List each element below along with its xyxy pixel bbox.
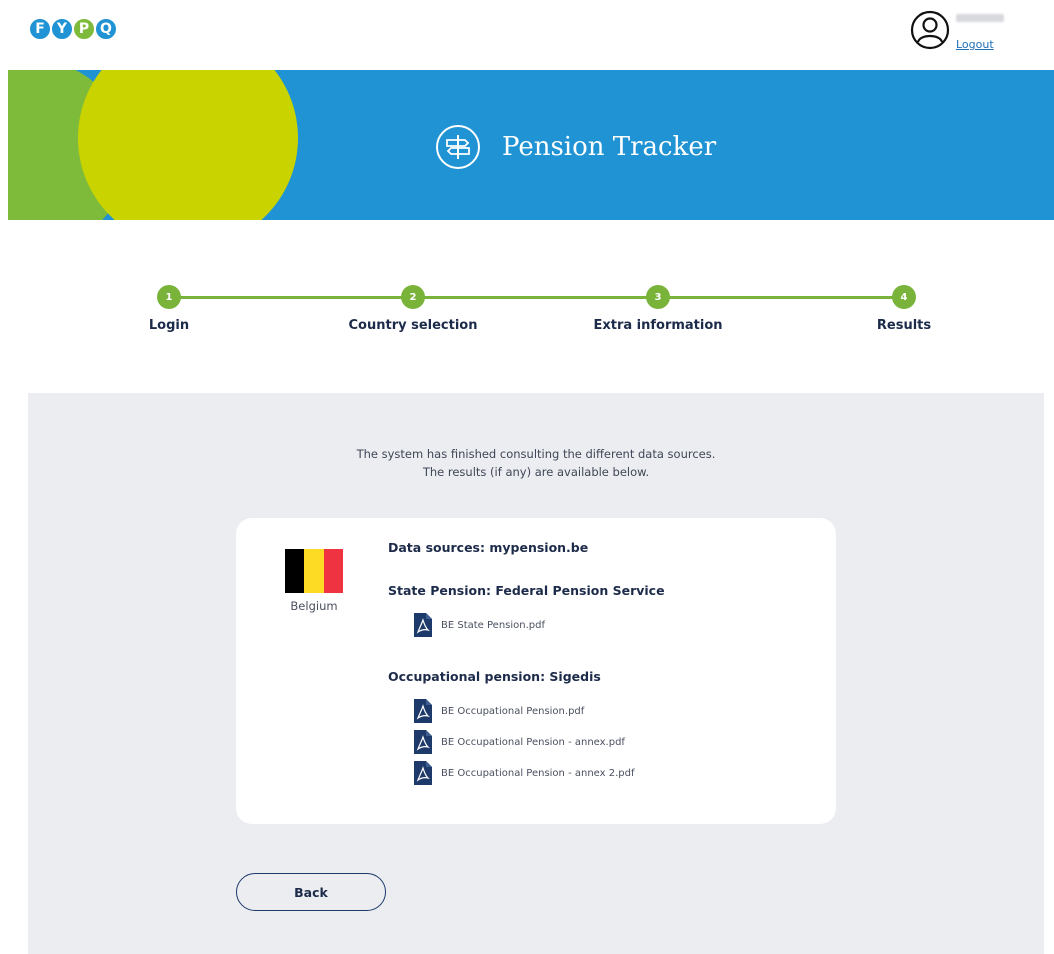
country-name: Belgium [290, 599, 338, 613]
logo-letter-q: Q [94, 17, 118, 41]
pdf-file-icon [414, 613, 432, 637]
back-button[interactable]: Back [236, 873, 386, 911]
logo-letter-y: Y [50, 17, 74, 41]
user-circle-icon[interactable] [910, 10, 950, 50]
step-3-dot: 3 [646, 285, 670, 309]
step-3-label: Extra information [593, 318, 723, 333]
fypq-logo[interactable]: F Y P Q [28, 13, 118, 45]
file-name: BE Occupational Pension.pdf [441, 705, 585, 717]
step-4-label: Results [876, 318, 932, 333]
file-link-occupational-annex-2[interactable]: BE Occupational Pension - annex 2.pdf [414, 761, 635, 785]
intro-line-1: The system has finished consulting the d… [356, 447, 716, 461]
file-name: BE Occupational Pension - annex 2.pdf [441, 767, 635, 779]
state-pension-heading: State Pension: Federal Pension Service [388, 583, 665, 598]
results-intro: The system has finished consulting the d… [28, 445, 1044, 481]
banner-heading: Pension Tracker [434, 123, 716, 171]
decorative-circle-lime [78, 70, 298, 220]
intro-line-2: The results (if any) are available below… [422, 465, 650, 479]
results-card: Belgium Data sources: mypension.be State… [236, 518, 836, 824]
signpost-icon [436, 125, 480, 169]
progress-stepper: 1 Login 2 Country selection 3 Extra info… [0, 280, 1054, 340]
hero-banner: Pension Tracker [8, 70, 1054, 220]
pdf-file-icon [414, 730, 432, 754]
occupational-pension-heading: Occupational pension: Sigedis [388, 669, 601, 684]
file-name: BE Occupational Pension - annex.pdf [441, 736, 625, 748]
logo-letter-p: P [72, 17, 96, 41]
file-name: BE State Pension.pdf [441, 619, 546, 631]
data-sources-heading: Data sources: mypension.be [388, 540, 589, 555]
logo-letter-f: F [28, 17, 52, 41]
step-1-label: Login [148, 318, 190, 333]
step-2-label: Country selection [348, 318, 478, 333]
step-4-dot: 4 [892, 285, 916, 309]
stepper-line [170, 296, 904, 299]
user-name-redacted [956, 14, 1004, 22]
pdf-file-icon [414, 761, 432, 785]
user-area: Logout [910, 10, 1004, 55]
pdf-file-icon [414, 699, 432, 723]
results-panel: The system has finished consulting the d… [28, 393, 1044, 954]
file-link-occupational-annex[interactable]: BE Occupational Pension - annex.pdf [414, 730, 625, 754]
step-2-dot: 2 [401, 285, 425, 309]
logout-link[interactable]: Logout [956, 38, 1004, 51]
user-info: Logout [956, 10, 1004, 51]
file-link-occupational-pension[interactable]: BE Occupational Pension.pdf [414, 699, 584, 723]
step-1-dot: 1 [157, 285, 181, 309]
file-link-state-pension[interactable]: BE State Pension.pdf [414, 613, 545, 637]
page-title: Pension Tracker [502, 132, 717, 162]
belgium-flag-icon [285, 549, 343, 593]
